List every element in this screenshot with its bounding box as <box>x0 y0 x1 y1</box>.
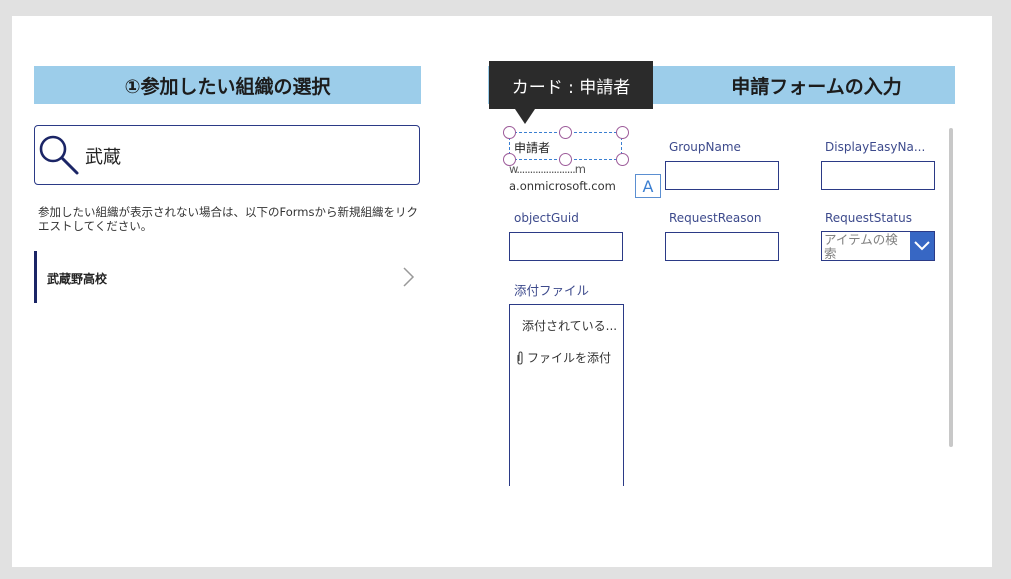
app-canvas: ①参加したい組織の選択 武蔵 参加したい組織が表示されない場合は、以下のForm… <box>12 16 992 567</box>
search-value: 武蔵 <box>85 147 121 168</box>
request-status-dropdown[interactable]: アイテムの検索 <box>821 231 935 261</box>
tooltip-arrow <box>515 109 535 124</box>
attach-file-button[interactable]: ファイルを添付 <box>516 349 611 366</box>
group-name-input[interactable] <box>665 161 779 190</box>
search-icon <box>37 134 83 180</box>
request-reason-input[interactable] <box>665 232 779 261</box>
chevron-down-icon[interactable] <box>910 232 934 260</box>
resize-handle-bottom[interactable] <box>559 153 572 166</box>
chevron-right-icon <box>401 266 415 288</box>
display-easy-name-input[interactable] <box>821 161 935 190</box>
request-form-title: 申請フォームの入力 <box>731 75 902 98</box>
applicant-value-line1: w......................m <box>509 162 586 176</box>
organization-help-text: 参加したい組織が表示されない場合は、以下のFormsから新規組織をリクエストして… <box>38 205 418 233</box>
request-status-label: RequestStatus <box>825 211 912 225</box>
resize-handle-bottom-right[interactable] <box>616 153 629 166</box>
text-control-icon[interactable]: A <box>635 174 661 198</box>
card-tooltip: カード : 申請者 <box>489 61 653 109</box>
tooltip-text: カード : 申請者 <box>511 77 631 98</box>
group-name-label: GroupName <box>669 140 741 154</box>
display-easy-name-label: DisplayEasyNa... <box>825 140 926 154</box>
attachments-control[interactable]: 添付されている... ファイルを添付 <box>509 304 624 486</box>
organization-list-item[interactable]: 武蔵野高校 <box>34 251 415 303</box>
organization-select-header: ①参加したい組織の選択 <box>34 66 421 104</box>
organization-search-input[interactable]: 武蔵 <box>34 125 420 185</box>
resize-handle-top-left[interactable] <box>503 126 516 139</box>
attach-file-label: ファイルを添付 <box>527 351 612 365</box>
request-reason-label: RequestReason <box>669 211 762 225</box>
resize-handle-top[interactable] <box>559 126 572 139</box>
no-attachments-text: 添付されている... <box>522 319 618 333</box>
dropdown-placeholder: アイテムの検索 <box>824 233 898 261</box>
paperclip-icon <box>517 350 523 365</box>
organization-name: 武蔵野高校 <box>47 272 108 286</box>
object-guid-label: objectGuid <box>514 211 579 225</box>
applicant-value-line2: a.onmicrosoft.com <box>509 179 616 193</box>
object-guid-input[interactable] <box>509 232 623 261</box>
form-scrollbar[interactable] <box>949 128 953 447</box>
attachments-label: 添付ファイル <box>514 283 590 298</box>
resize-handle-top-right[interactable] <box>616 126 629 139</box>
resize-handle-bottom-left[interactable] <box>503 153 516 166</box>
organization-select-title: ①参加したい組織の選択 <box>124 75 331 98</box>
